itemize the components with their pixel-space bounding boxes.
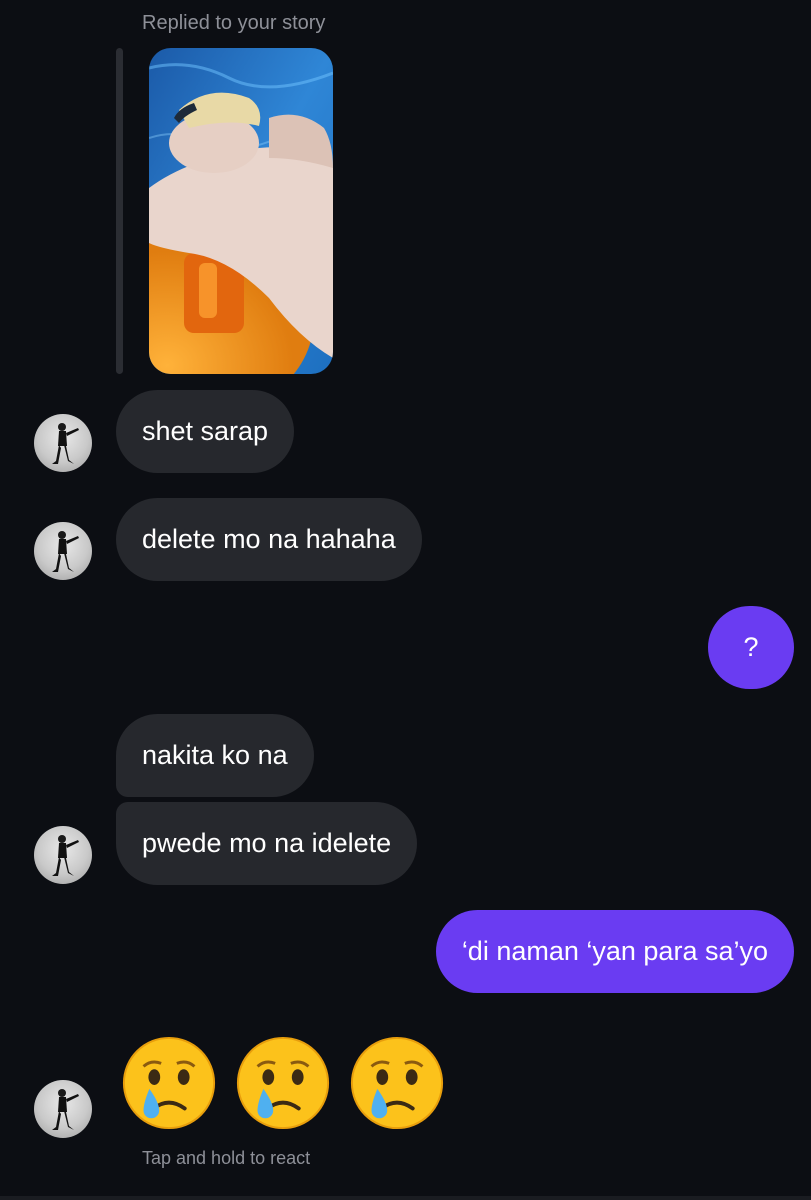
sender-avatar[interactable] — [34, 414, 92, 472]
person-icon — [52, 1089, 79, 1130]
incoming-message[interactable]: nakita ko na — [116, 714, 314, 797]
incoming-message[interactable]: pwede mo na idelete — [116, 802, 418, 885]
crying-face-icon — [122, 1036, 216, 1130]
composer-divider — [0, 1196, 811, 1200]
person-icon — [52, 531, 79, 572]
reaction-hint: Tap and hold to react — [142, 1148, 311, 1168]
person-icon — [52, 423, 79, 464]
incoming-message[interactable]: delete mo na hahaha — [116, 498, 422, 581]
sender-avatar[interactable] — [34, 522, 92, 580]
emoji-message[interactable] — [120, 1034, 446, 1132]
incoming-message[interactable]: shet sarap — [116, 390, 295, 473]
crying-face-icon — [350, 1036, 444, 1130]
story-image — [149, 48, 333, 374]
outgoing-message[interactable]: ‘di naman ‘yan para sa’yo — [435, 910, 794, 993]
replied-to-story-label: Replied to your story — [142, 12, 326, 34]
crying-face-icon — [236, 1036, 330, 1130]
person-icon — [52, 835, 79, 876]
outgoing-message[interactable]: ? — [708, 606, 794, 689]
story-thumbnail[interactable] — [149, 48, 333, 374]
sender-avatar[interactable] — [34, 826, 92, 884]
sender-avatar[interactable] — [34, 1080, 92, 1138]
reply-indicator-bar — [116, 48, 123, 374]
